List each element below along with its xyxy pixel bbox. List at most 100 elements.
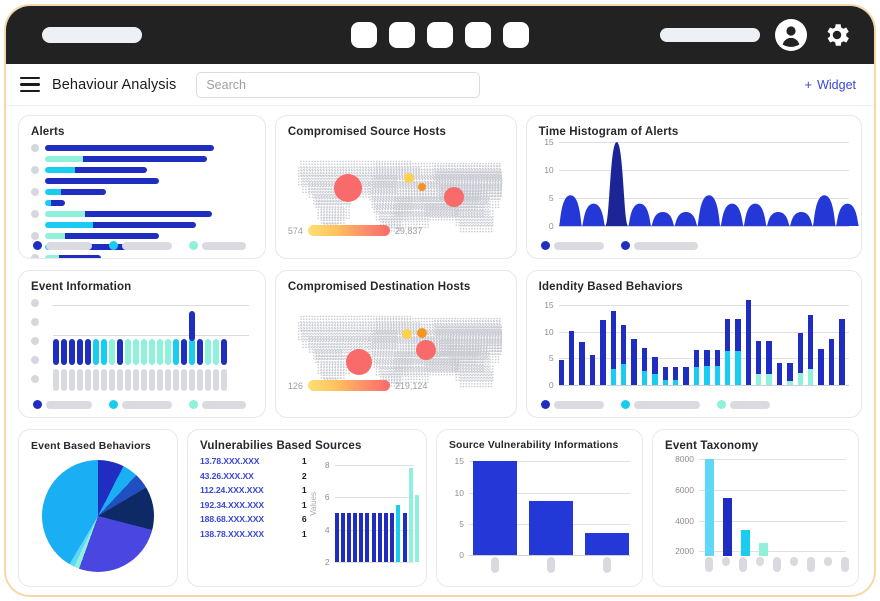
vulnerability-source-row[interactable]: 13.78.XXX.XXX 1 (200, 456, 307, 466)
titlebar-tab-5[interactable] (503, 22, 529, 48)
capsule-bar (76, 339, 84, 365)
app-window: Behaviour Analysis + Widget Alerts Compr… (4, 4, 876, 597)
y-axis-tick-label: 4 (324, 524, 330, 535)
y-axis-tick-label: 2000 (675, 546, 694, 557)
stacked-bar (558, 297, 565, 385)
placeholder-tick (790, 557, 798, 566)
capsule-bar (188, 339, 196, 365)
bar-track (45, 177, 159, 184)
bar-segment (693, 366, 700, 385)
bar-segment (662, 379, 668, 385)
stacked-bar (589, 297, 596, 385)
titlebar-tab-3[interactable] (427, 22, 453, 48)
ghost-capsule (76, 369, 84, 391)
world-map-dots-icon (297, 315, 503, 389)
bar-segment (600, 320, 606, 385)
stacked-bar (600, 297, 606, 385)
bar-segment (45, 188, 61, 195)
toolbar: Behaviour Analysis + Widget (6, 64, 874, 106)
stacked-bar (641, 297, 648, 385)
grid-line (558, 385, 849, 386)
board-row-3: Event Based Behaviors Vulnerabilies Base… (18, 429, 862, 587)
source-ip: 112.24.XXX.XXX (200, 485, 264, 496)
vulnerability-source-row[interactable]: 43.26.XXX.XX 2 (200, 471, 307, 481)
bar-group (558, 297, 845, 385)
gear-icon[interactable] (822, 20, 852, 50)
legend-color-dot (33, 400, 42, 409)
user-avatar-icon[interactable] (774, 18, 808, 52)
capsule-bar (180, 339, 188, 365)
source-count: 6 (301, 514, 307, 525)
legend-color-dot (189, 241, 198, 250)
event-information-chart (31, 297, 253, 395)
bar (340, 513, 345, 562)
bar-segment (83, 155, 207, 162)
card-identity-based-behaviors[interactable]: Idendity Based Behaviors 0 5 10 15 (525, 270, 862, 418)
y-axis-tick-label: 6 (324, 492, 330, 502)
card-event-taxonomy[interactable]: Event Taxonomy 2000 4000 6000 8000 (652, 429, 859, 587)
y-axis-tick-label: 10 (454, 487, 464, 498)
row-knob-icon (31, 143, 39, 152)
y-axis-tick-label: 15 (544, 137, 554, 147)
row-knobs (31, 299, 39, 383)
ghost-capsule (188, 369, 196, 391)
bar (359, 513, 364, 562)
card-vulnerabilities-based-sources[interactable]: Vulnerabilies Based Sources 13.78.XXX.XX… (187, 429, 427, 587)
card-event-information[interactable]: Event Information (18, 270, 266, 418)
vulnerability-source-row[interactable]: 138.78.XXX.XXX 1 (200, 529, 307, 539)
capsule-bar (92, 339, 100, 365)
card-compromised-source-hosts[interactable]: Compromised Source Hosts 574 29,837 (274, 115, 517, 259)
time-histogram-legend (540, 241, 710, 250)
add-widget-button[interactable]: + Widget (805, 78, 857, 92)
ghost-capsule (196, 369, 204, 391)
bar (365, 513, 370, 562)
board-row-1: Alerts Compromised Source Hosts 574 29,8… (18, 115, 862, 259)
bar-segment (45, 232, 65, 239)
vulnerability-source-row[interactable]: 112.24.XXX.XXX 1 (200, 485, 307, 495)
bar-segment (808, 315, 814, 369)
legend-label-placeholder (202, 400, 246, 409)
card-alerts[interactable]: Alerts (18, 115, 266, 259)
stacked-bar (672, 297, 679, 385)
stacked-bar (569, 297, 575, 385)
bar-segment (45, 221, 93, 228)
bar-segment (704, 365, 710, 385)
vulnerability-source-row[interactable]: 188.68.XXX.XXX 6 (200, 514, 307, 524)
stacked-bar (787, 297, 793, 385)
event-behaviors-pie-chart (42, 460, 154, 572)
ghost-capsule (116, 369, 124, 391)
legend-label-placeholder (633, 400, 700, 409)
row-knob-icon (31, 199, 39, 207)
bar (408, 467, 413, 562)
source-count: 1 (301, 456, 307, 466)
bar-segment (745, 299, 752, 385)
bar-track (45, 155, 207, 162)
card-event-based-behaviors[interactable]: Event Based Behaviors (18, 429, 178, 587)
stacked-bar (828, 297, 835, 385)
legend-item (33, 241, 92, 250)
bar-segment (797, 333, 804, 374)
legend-max: 29,837 (394, 225, 423, 236)
card-compromised-destination-hosts[interactable]: Compromised Destination Hosts 126 219,12… (274, 270, 517, 418)
card-title: Time Histogram of Alerts (538, 126, 679, 138)
bar (346, 513, 351, 562)
ghost-capsule (204, 369, 212, 391)
destination-heat-legend: 126 219,124 (288, 380, 427, 391)
vulnerability-source-row[interactable]: 192.34.XXX.XXX 1 (200, 500, 307, 510)
bar-segment (75, 166, 147, 173)
card-time-histogram[interactable]: Time Histogram of Alerts 0 5 10 15 (525, 115, 862, 259)
ghost-capsule (53, 369, 60, 391)
legend-min: 574 (287, 225, 303, 236)
titlebar-tab-2[interactable] (389, 22, 415, 48)
titlebar-tab-1[interactable] (351, 22, 377, 48)
titlebar-tab-4[interactable] (465, 22, 491, 48)
bar-segment (621, 325, 627, 364)
search-input[interactable] (196, 71, 481, 98)
alerts-bar-row (31, 164, 253, 175)
y-axis-tick-label: 8000 (675, 454, 694, 465)
hamburger-icon[interactable] (20, 77, 40, 92)
capsule-bar (204, 339, 212, 365)
card-source-vulnerability-informations[interactable]: Source Vulnerability Informations 0 5 10 15 (436, 429, 643, 587)
stacked-bar (704, 297, 710, 385)
ghost-capsule (148, 369, 156, 391)
